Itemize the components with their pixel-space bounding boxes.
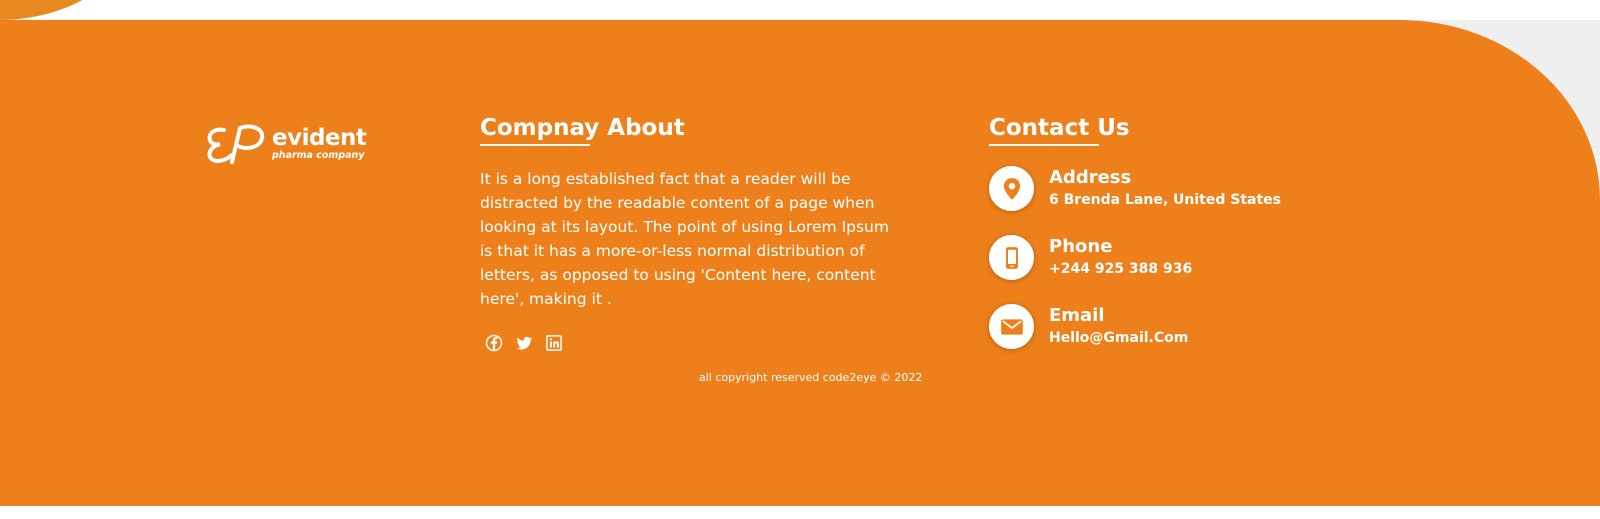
- about-title: Compnay About: [480, 114, 685, 146]
- phone-icon: [1005, 246, 1018, 269]
- linkedin-link[interactable]: [544, 333, 564, 353]
- contact-item-address: Address 6 Brenda Lane, United States: [989, 166, 1281, 235]
- address-icon-badge: [989, 166, 1034, 211]
- contact-item-phone: Phone +244 925 388 936: [989, 235, 1281, 304]
- contact-item-email: Email Hello@Gmail.Com: [989, 304, 1281, 373]
- contact-title-underline: [989, 144, 1099, 146]
- email-value[interactable]: Hello@Gmail.Com: [1049, 328, 1188, 348]
- map-pin-icon: [1003, 177, 1020, 200]
- site-footer: evident pharma company Compnay About It …: [0, 20, 1600, 506]
- brand-tagline: pharma company: [272, 150, 365, 162]
- facebook-icon: [485, 334, 503, 352]
- about-description: It is a long established fact that a rea…: [480, 170, 889, 308]
- about-section: Compnay About It is a long established f…: [480, 114, 890, 353]
- contact-section: Contact Us Address 6 Brenda Lane, United…: [989, 114, 1281, 373]
- facebook-link[interactable]: [484, 333, 504, 353]
- about-title-underline: [480, 144, 590, 146]
- brand-logo[interactable]: evident pharma company: [206, 122, 367, 166]
- address-label: Address: [1049, 167, 1132, 188]
- twitter-icon: [516, 336, 533, 350]
- email-info: Email Hello@Gmail.Com: [1049, 304, 1188, 348]
- phone-value: +244 925 388 936: [1049, 261, 1193, 277]
- brand-name: evident: [272, 125, 367, 152]
- envelope-icon: [1000, 318, 1023, 335]
- phone-info: Phone +244 925 388 936: [1049, 235, 1192, 279]
- logo-text: evident pharma company: [272, 125, 367, 162]
- top-white-band: [60, 0, 360, 20]
- email-icon-badge: [989, 304, 1034, 349]
- twitter-link[interactable]: [514, 333, 534, 353]
- copyright-text: all copyright reserved code2eye © 2022: [699, 371, 923, 384]
- phone-label: Phone: [1049, 236, 1113, 257]
- contact-title: Contact Us: [989, 114, 1130, 146]
- address-info: Address 6 Brenda Lane, United States: [1049, 166, 1281, 210]
- contact-list: Address 6 Brenda Lane, United States Pho…: [989, 166, 1281, 373]
- linkedin-icon: [546, 335, 562, 351]
- logo-mark-icon: [207, 124, 265, 164]
- about-title-text: Compnay About: [480, 115, 685, 141]
- contact-title-text: Contact Us: [989, 115, 1130, 141]
- email-label: Email: [1049, 305, 1105, 326]
- address-value: 6 Brenda Lane, United States: [1049, 192, 1281, 208]
- phone-icon-badge: [989, 235, 1034, 280]
- social-links: [484, 333, 890, 353]
